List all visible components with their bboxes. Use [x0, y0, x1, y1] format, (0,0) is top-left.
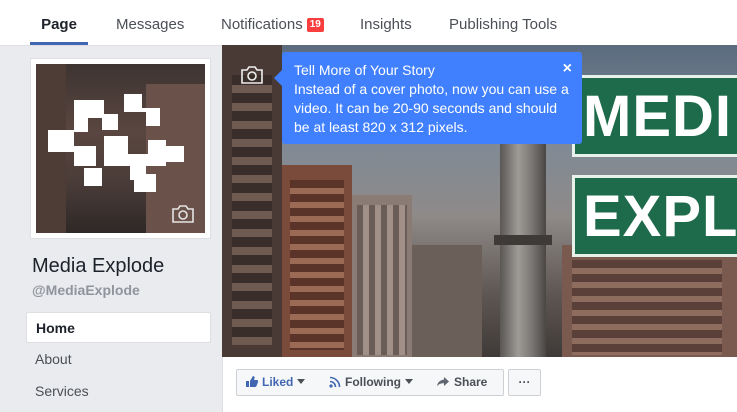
tab-notifications-label: Notifications	[221, 16, 303, 33]
tab-publishing-tools-label: Publishing Tools	[449, 16, 558, 33]
rss-icon	[329, 376, 341, 388]
sidebar-item-services[interactable]: Services	[26, 376, 211, 407]
tab-insights-label: Insights	[360, 16, 412, 33]
share-button-label: Share	[454, 375, 488, 389]
liked-button-label: Liked	[262, 375, 294, 389]
tab-insights[interactable]: Insights	[360, 0, 412, 45]
street-sign-bottom-text: EXPL	[583, 184, 737, 249]
cover-building-windows	[357, 205, 407, 355]
sidebar-item-about[interactable]: About	[26, 344, 211, 375]
street-sign-top: MEDI	[572, 75, 737, 157]
share-button[interactable]: Share	[428, 369, 504, 396]
chevron-down-icon	[405, 379, 413, 384]
page-action-bar: Liked Following Share ···	[222, 357, 737, 412]
tooltip-title: Tell More of Your Story	[294, 62, 435, 78]
notifications-badge: 19	[306, 18, 324, 32]
page-sidebar-nav: Home About Services	[26, 312, 211, 408]
tooltip-body: Instead of a cover photo, now you can us…	[294, 81, 569, 135]
tab-notifications[interactable]: Notifications 19	[221, 0, 324, 45]
page-handle[interactable]: @MediaExplode	[32, 282, 140, 298]
cover-building-windows	[232, 75, 272, 345]
page-tab-bar: Page Messages Notifications 19 Insights P…	[0, 0, 737, 46]
cover-building-windows	[572, 260, 722, 355]
sidebar-item-label: Home	[36, 320, 75, 336]
tab-messages-label: Messages	[116, 16, 185, 33]
following-button-label: Following	[345, 375, 401, 389]
more-options-button[interactable]: ···	[508, 369, 541, 396]
thumbs-up-icon	[246, 376, 259, 387]
page-name[interactable]: Media Explode	[32, 255, 164, 278]
sidebar-item-label: About	[35, 351, 72, 367]
tab-page-label: Page	[41, 16, 77, 33]
profile-picture-frame[interactable]	[30, 58, 211, 239]
street-sign-bottom: EXPL	[572, 175, 737, 257]
camera-icon[interactable]	[171, 205, 195, 223]
tab-publishing-tools[interactable]: Publishing Tools	[449, 0, 557, 45]
camera-icon[interactable]	[240, 66, 264, 84]
chevron-down-icon	[297, 379, 306, 384]
profile-picture	[36, 64, 205, 233]
following-button[interactable]: Following	[321, 369, 429, 396]
sidebar-item-label: Services	[35, 383, 89, 399]
street-sign-top-text: MEDI	[583, 84, 732, 149]
sidebar-item-home[interactable]: Home	[26, 312, 211, 343]
liked-button[interactable]: Liked	[236, 369, 322, 396]
media-explode-logo	[48, 94, 184, 192]
cover-video-tooltip: Tell More of Your Story Instead of a cov…	[274, 52, 582, 144]
tab-messages[interactable]: Messages	[116, 0, 184, 45]
tooltip-arrow	[274, 70, 282, 86]
cover-building-windows	[290, 180, 344, 350]
tab-page[interactable]: Page	[30, 0, 88, 45]
more-options-label: ···	[518, 375, 531, 389]
pole-band	[494, 235, 552, 245]
close-icon[interactable]: ×	[563, 60, 572, 78]
share-arrow-icon	[437, 377, 449, 387]
cover-building	[412, 245, 482, 357]
